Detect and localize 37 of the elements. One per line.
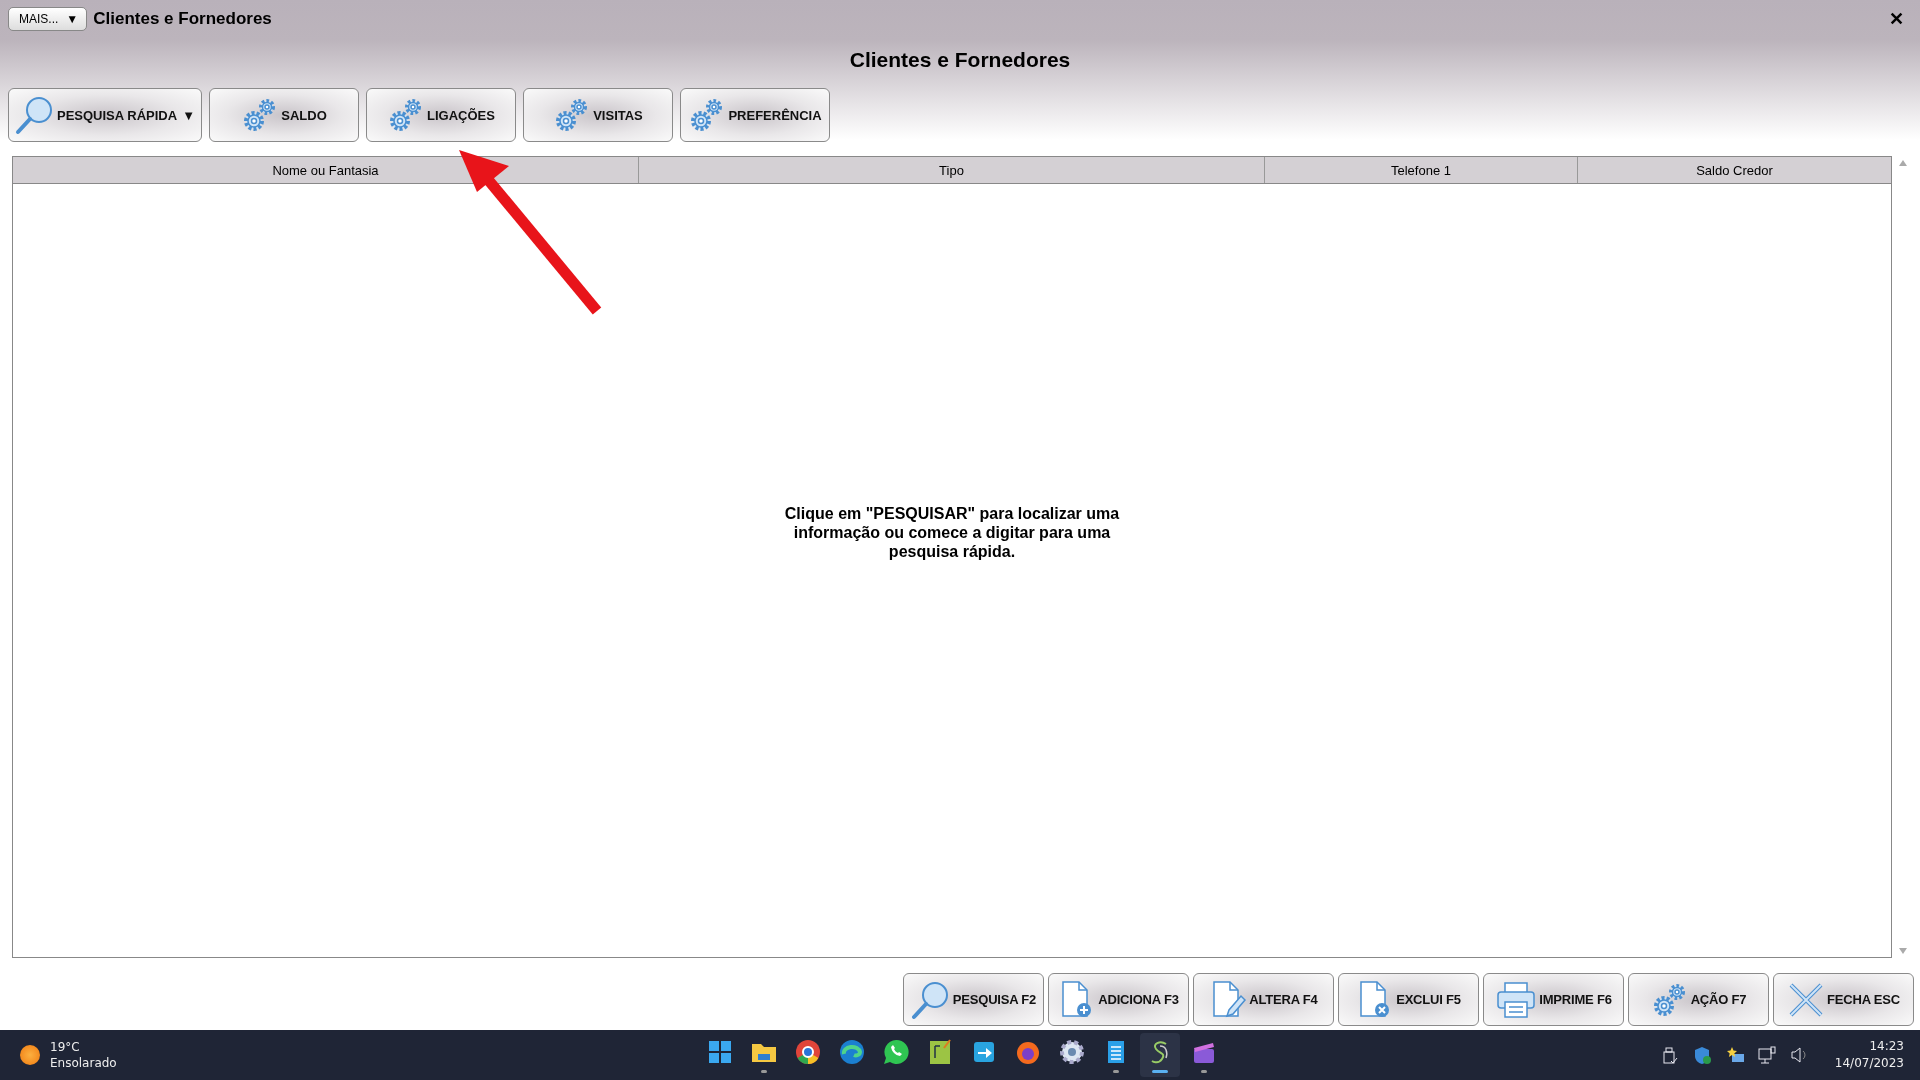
- column-header[interactable]: Telefone 1: [1265, 157, 1578, 183]
- action-button[interactable]: ADICIONA F3: [1048, 973, 1189, 1026]
- network-icon[interactable]: [1756, 1045, 1777, 1065]
- temperature: 19°C: [50, 1039, 81, 1055]
- action-button[interactable]: ALTERA F4: [1193, 973, 1334, 1026]
- printer-icon: [1495, 979, 1538, 1020]
- search-icon: [15, 95, 55, 135]
- weather-condition: Ensolarado: [50, 1055, 117, 1071]
- action-button[interactable]: AÇÃO F7: [1628, 973, 1769, 1026]
- more-menu-button[interactable]: MAIS... ▼: [8, 7, 88, 31]
- search-icon: [910, 979, 951, 1020]
- toolbar-button[interactable]: LIGAÇÕES: [366, 88, 516, 142]
- gear-icon: [1058, 1037, 1086, 1066]
- speaker-icon[interactable]: [1788, 1045, 1809, 1065]
- column-header[interactable]: Tipo: [639, 157, 1265, 183]
- toolbar-button[interactable]: VISITAS: [523, 88, 673, 142]
- sun-icon: [20, 1045, 40, 1065]
- browser-icon: [838, 1037, 866, 1066]
- action-button[interactable]: IMPRIME F6: [1483, 973, 1624, 1026]
- action-button[interactable]: FECHA ESC: [1773, 973, 1914, 1026]
- empty-message: Clique em "PESQUISAR" para localizar uma informação ou comece a digitar para uma pesquisa rápida.: [783, 504, 1121, 561]
- toolbar-button[interactable]: PESQUISA RÁPIDA ▼: [8, 88, 202, 142]
- action-button[interactable]: PESQUISA F2: [903, 973, 1044, 1026]
- column-header[interactable]: Saldo Credor: [1578, 157, 1891, 183]
- caret-icon: ▼: [66, 12, 79, 26]
- caret-icon: ▼: [182, 107, 195, 123]
- window-title: Clientes e Fornedores: [93, 9, 272, 29]
- page-heading: Clientes e Fornedores: [848, 48, 1072, 73]
- toolbar-button[interactable]: SALDO: [209, 88, 359, 142]
- chat-icon: [882, 1037, 910, 1066]
- browser-icon: [794, 1037, 822, 1066]
- close-button[interactable]: ✕: [1881, 8, 1912, 30]
- action-button[interactable]: EXCLUI F5: [1338, 973, 1479, 1026]
- taskbar-app[interactable]: [1140, 1033, 1180, 1077]
- clock[interactable]: 14:23 14/07/2023: [1834, 1038, 1904, 1072]
- toolbar-button[interactable]: PREFERÊNCIA: [680, 88, 830, 142]
- shield-icon[interactable]: [1692, 1045, 1713, 1065]
